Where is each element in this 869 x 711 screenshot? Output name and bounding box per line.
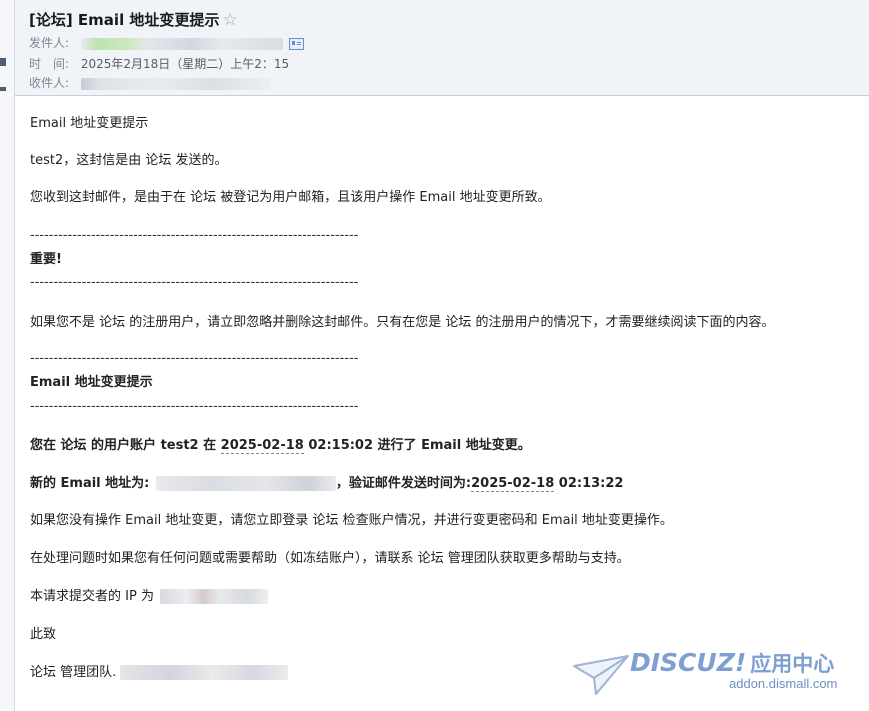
reason-text: 您收到这封邮件，是由于在 论坛 被登记为用户邮箱，且该用户操作 Email 地址… (30, 190, 551, 205)
divider: ----------------------------------------… (30, 399, 359, 414)
section-heading: Email 地址变更提示 (30, 375, 153, 390)
verify-time: 02:13:22 (554, 476, 624, 491)
ip-label: 本请求提交者的 IP 为 (30, 589, 154, 604)
signature: 论坛 管理团队. (30, 665, 117, 680)
new-email-line: 新的 Email 地址为: ，验证邮件发送时间为:2025-02-18 02:1… (30, 474, 623, 493)
strip-marker (0, 87, 6, 91)
change-suffix: 进行了 Email 地址变更。 (373, 438, 531, 453)
signature-line: 论坛 管理团队. (30, 663, 289, 682)
brand-wordmark: DISCUZ! 应用中心 (630, 648, 834, 678)
change-time: 02:15:02 (303, 438, 374, 453)
star-icon[interactable]: ☆ (222, 10, 237, 30)
subject-text: [论坛] Email 地址变更提示 (29, 11, 220, 29)
time-value: 2025年2月18日（星期二）上午2：15 (80, 57, 290, 71)
new-email-label: 新的 Email 地址为: (30, 476, 150, 491)
redacted-recipient (80, 77, 271, 90)
help-text: 在处理问题时如果您有任何问题或需要帮助（如冻结账户），请联系 论坛 管理团队获取… (30, 551, 630, 566)
change-prefix: 您在 论坛 的用户账户 test2 在 (30, 438, 221, 453)
redacted-ip (160, 589, 269, 604)
mail-header: [论坛] Email 地址变更提示 ☆ 发件人: 时 间: 2025年2月18日（… (15, 0, 869, 96)
verify-label: ，验证邮件发送时间为: (335, 476, 472, 491)
ip-line: 本请求提交者的 IP 为 (30, 587, 269, 606)
from-row: 发件人: (29, 34, 304, 50)
time-row: 时 间: 2025年2月18日（星期二）上午2：15 (29, 55, 289, 71)
greeting: test2，这封信是由 论坛 发送的。 (30, 153, 228, 168)
redacted-sender (80, 37, 283, 50)
divider: ----------------------------------------… (30, 275, 359, 290)
paper-plane-icon (573, 655, 629, 695)
contact-card-icon[interactable] (288, 37, 304, 50)
background-window-strip (0, 0, 15, 711)
notice-text: 如果您不是 论坛 的注册用户，请立即忽略并删除这封邮件。只有在您是 论坛 的注册… (30, 315, 775, 330)
verify-date: 2025-02-18 (471, 476, 555, 492)
to-label: 收件人: (29, 76, 70, 90)
redacted-new-email (155, 476, 336, 491)
redacted-signature-link (120, 665, 289, 680)
brand-name: DISCUZ! (630, 648, 747, 677)
body-title: Email 地址变更提示 (30, 116, 149, 131)
time-label: 时 间: (29, 57, 70, 71)
divider: ----------------------------------------… (30, 228, 359, 243)
strip-marker (0, 58, 6, 66)
advice-text: 如果您没有操作 Email 地址变更，请您立即登录 论坛 检查账户情况，并进行变… (30, 513, 673, 528)
closing: 此致 (30, 627, 57, 642)
divider: ----------------------------------------… (30, 351, 359, 366)
brand-url: addon.dismall.com (729, 676, 838, 691)
change-date: 2025-02-18 (220, 438, 304, 454)
to-row: 收件人: (29, 74, 271, 90)
important-heading: 重要! (30, 252, 62, 267)
mail-subject: [论坛] Email 地址变更提示 ☆ (29, 9, 238, 30)
change-notice: 您在 论坛 的用户账户 test2 在 2025-02-18 02:15:02 … (30, 436, 531, 455)
brand-cn: 应用中心 (750, 652, 835, 676)
from-label: 发件人: (29, 36, 70, 50)
discuz-watermark: DISCUZ! 应用中心 addon.dismall.com (572, 648, 862, 698)
